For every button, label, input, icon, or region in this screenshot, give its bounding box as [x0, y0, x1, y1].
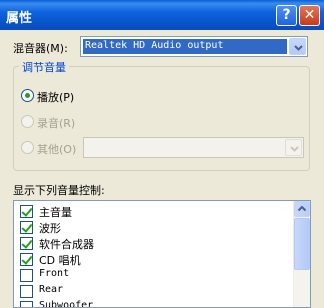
checkbox-cd-player[interactable]	[20, 253, 33, 266]
list-item-label: Subwoofer	[39, 300, 94, 308]
window-title: 属性	[6, 11, 33, 26]
list-item-label: 主音量	[39, 206, 72, 219]
arrow-up-icon	[297, 205, 307, 212]
adjust-volume-legend: 调节音量	[19, 59, 69, 75]
mixer-label: 混音器(M):	[13, 42, 68, 55]
other-device-select	[83, 137, 304, 158]
controls-label: 显示下列音量控制:	[13, 184, 105, 197]
radio-recording-label: 录音(R)	[37, 117, 76, 130]
title-bar[interactable]: 属性 ? ✕	[0, 0, 324, 30]
checkbox-front[interactable]	[20, 269, 33, 282]
mixer-dropdown-button[interactable]	[289, 38, 306, 55]
checkbox-master-volume[interactable]	[20, 205, 33, 218]
scroll-thumb[interactable]	[294, 218, 310, 270]
radio-recording	[21, 115, 34, 128]
help-button[interactable]: ?	[276, 5, 297, 26]
radio-playback-label[interactable]: 播放(P)	[37, 89, 74, 105]
list-item-label: 波形	[39, 222, 61, 235]
checkbox-subwoofer[interactable]	[20, 301, 33, 307]
list-item-label: 软件合成器	[39, 238, 94, 251]
checkbox-wave[interactable]	[20, 221, 33, 234]
radio-other	[21, 141, 34, 154]
list-item-label: Front	[39, 268, 70, 279]
close-button[interactable]: ✕	[299, 5, 320, 26]
list-scrollbar[interactable]	[293, 201, 310, 307]
other-dropdown-button	[285, 139, 302, 156]
list-item-label: CD 唱机	[39, 254, 81, 267]
scroll-up-button[interactable]	[294, 201, 310, 217]
list-item-label: Rear	[39, 284, 64, 295]
volume-controls-list[interactable]: 主音量 波形 软件合成器 CD 唱机 Front Rear Subwoofer	[13, 200, 311, 308]
mixer-select-value: Realtek HD Audio output	[83, 39, 287, 54]
radio-playback[interactable]	[21, 89, 34, 102]
checkbox-software-synth[interactable]	[20, 237, 33, 250]
checkbox-rear[interactable]	[20, 285, 33, 298]
chevron-down-icon	[290, 146, 299, 152]
chevron-down-icon	[294, 45, 303, 51]
radio-other-label: 其他(O)	[37, 143, 77, 156]
mixer-select[interactable]: Realtek HD Audio output	[80, 36, 308, 57]
